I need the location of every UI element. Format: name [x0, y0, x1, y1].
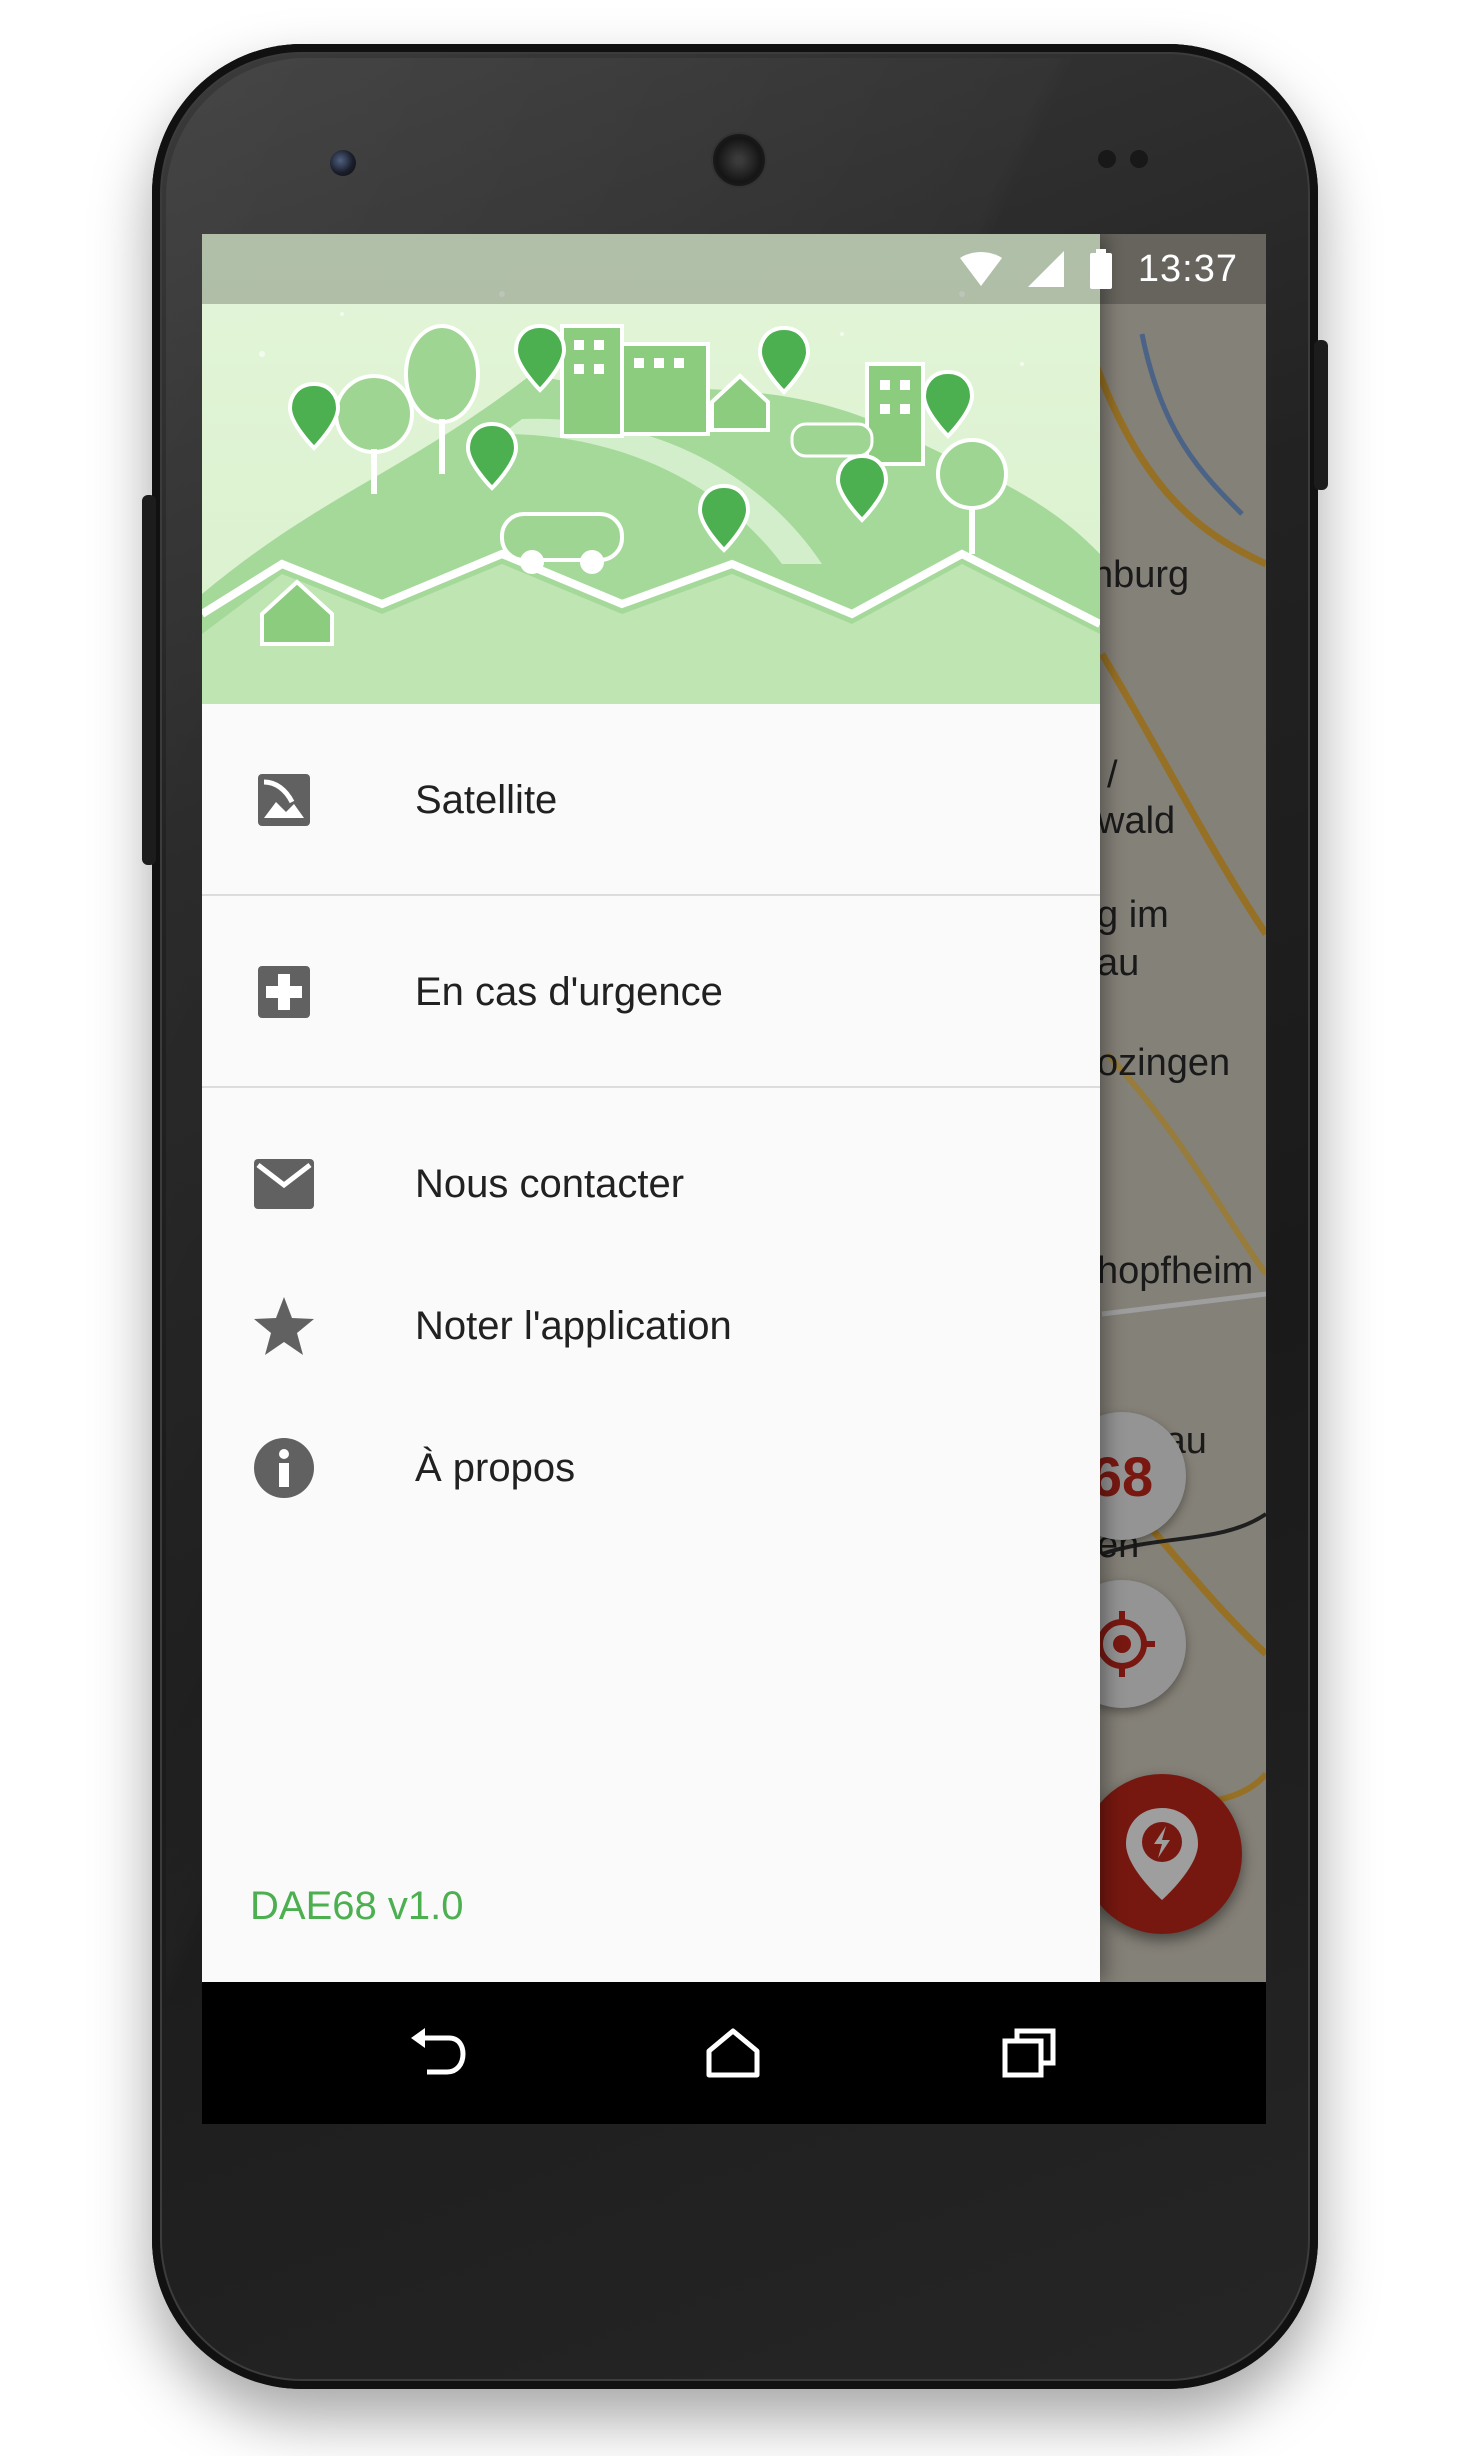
info-icon — [250, 1434, 318, 1502]
menu-item-label: Satellite — [415, 777, 558, 822]
image-icon — [250, 766, 318, 834]
recents-button[interactable] — [994, 2018, 1064, 2088]
earpiece-speaker — [711, 132, 767, 188]
screen: nburg / wald g im au ozingen hopfheim ra… — [202, 234, 1266, 2124]
city-illustration — [202, 291, 1100, 704]
menu-item-about[interactable]: À propos — [202, 1408, 1100, 1528]
proximity-sensor — [1098, 150, 1116, 168]
mail-icon — [250, 1150, 318, 1218]
wifi-icon — [959, 252, 1002, 286]
menu-item-label: Noter l'application — [415, 1303, 732, 1348]
menu-divider — [202, 894, 1100, 896]
power-button — [1314, 340, 1328, 490]
drawer-header-illustration — [202, 234, 1100, 704]
navigation-drawer: Satellite En cas d'urgence Nous contacte… — [202, 234, 1100, 1982]
home-button[interactable] — [698, 2018, 768, 2088]
menu-item-rate-app[interactable]: Noter l'application — [202, 1266, 1100, 1386]
menu-item-label: En cas d'urgence — [415, 969, 723, 1014]
menu-item-satellite[interactable]: Satellite — [202, 740, 1100, 860]
back-arrow-icon — [411, 2028, 466, 2075]
menu-item-emergency[interactable]: En cas d'urgence — [202, 932, 1100, 1052]
menu-item-label: Nous contacter — [415, 1161, 685, 1206]
menu-item-label: À propos — [415, 1445, 576, 1490]
star-icon — [250, 1292, 318, 1360]
menu-item-contact[interactable]: Nous contacter — [202, 1124, 1100, 1244]
recents-icon — [1002, 2028, 1056, 2078]
light-sensor — [1130, 150, 1148, 168]
front-camera — [330, 150, 356, 176]
app-version: DAE68 v1.0 — [250, 1884, 464, 1928]
back-button[interactable] — [402, 2018, 472, 2088]
menu-divider — [202, 1086, 1100, 1088]
status-bar: 13:37 — [202, 234, 1266, 304]
medical-cross-icon — [250, 958, 318, 1026]
status-time: 13:37 — [1137, 247, 1238, 290]
home-icon — [706, 2028, 760, 2078]
cell-signal-icon — [1027, 251, 1064, 287]
battery-icon — [1089, 249, 1112, 289]
system-navigation-bar — [202, 1982, 1266, 2124]
volume-button — [142, 495, 156, 865]
